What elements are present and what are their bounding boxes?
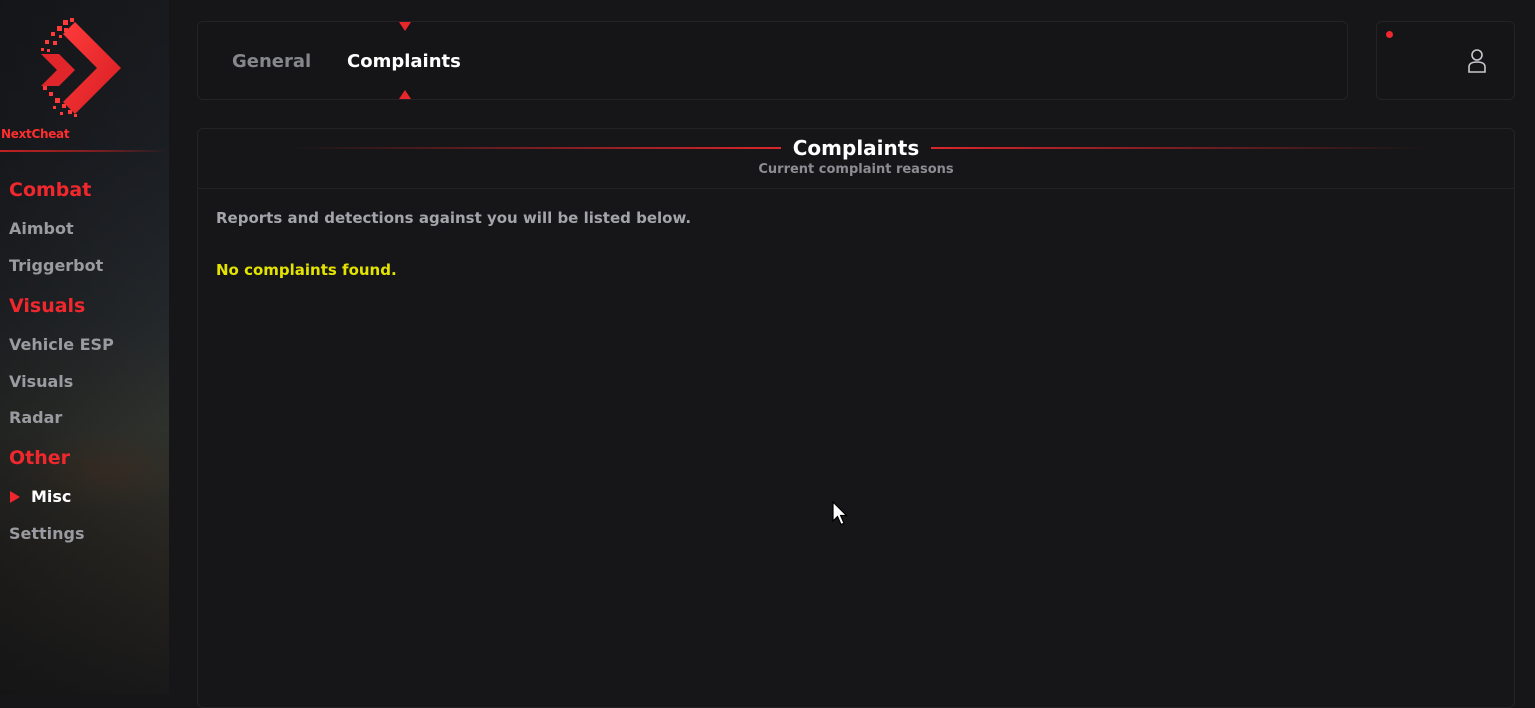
tab-complaints[interactable]: Complaints — [347, 51, 461, 72]
user-box — [1376, 21, 1515, 100]
tab-general[interactable]: General — [232, 51, 311, 72]
nav-item-settings[interactable]: Settings — [9, 524, 85, 543]
panel-subtitle: Current complaint reasons — [758, 162, 954, 177]
active-tab-marker-top-icon — [399, 22, 411, 31]
nav-category-visuals: Visuals — [9, 295, 86, 317]
nav-item-radar[interactable]: Radar — [9, 408, 62, 427]
complaints-panel: Complaints Current complaint reasons Rep… — [197, 128, 1515, 708]
panel-title: Complaints — [792, 136, 920, 160]
mouse-cursor-icon — [832, 501, 848, 526]
panel-header: Complaints Current complaint reasons — [198, 129, 1514, 189]
nav-item-visuals[interactable]: Visuals — [9, 372, 73, 391]
user-icon[interactable] — [1466, 48, 1488, 74]
active-indicator-arrow-icon — [10, 491, 20, 503]
nav-item-misc[interactable]: Misc — [31, 487, 71, 506]
nav-category-other: Other — [9, 447, 71, 469]
nav-item-vehicle-esp[interactable]: Vehicle ESP — [9, 335, 114, 354]
panel-description: Reports and detections against you will … — [216, 209, 692, 227]
active-tab-marker-bottom-icon — [399, 90, 411, 99]
nextcheat-logo-icon — [41, 18, 121, 117]
brand-name: NextCheat — [1, 127, 70, 141]
sidebar: NextCheat Combat Aimbot Triggerbot Visua… — [0, 0, 169, 694]
nav-item-aimbot[interactable]: Aimbot — [9, 219, 74, 238]
notification-dot — [1386, 31, 1393, 38]
empty-state-message: No complaints found. — [216, 261, 397, 279]
nav-item-triggerbot[interactable]: Triggerbot — [9, 256, 103, 275]
brand-divider — [0, 150, 169, 152]
nav-category-combat: Combat — [9, 179, 92, 201]
tab-bar: General Complaints — [197, 21, 1348, 100]
